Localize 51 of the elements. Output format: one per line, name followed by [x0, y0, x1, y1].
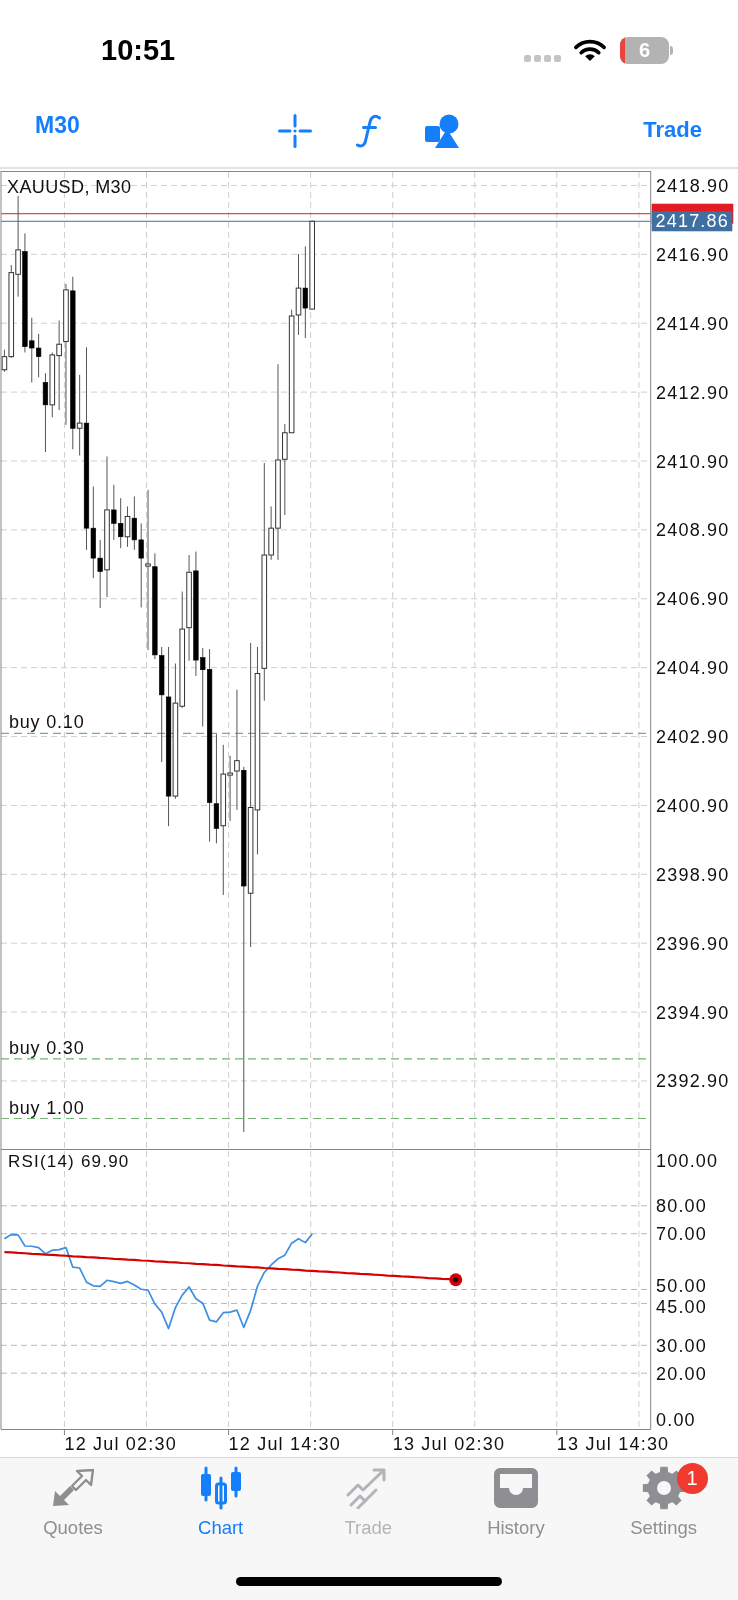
rsi-scale-label: 70.00 — [656, 1224, 708, 1245]
time-label: 12 Jul 14:30 — [228, 1433, 342, 1454]
price-label: 2414.90 — [656, 313, 730, 334]
battery-indicator: 6 — [620, 36, 673, 64]
time-label: 13 Jul 02:30 — [392, 1433, 506, 1454]
indicator-title: RSI(14) 69.90 — [8, 1152, 130, 1171]
tab-bar-item[interactable]: Quotes — [8, 1458, 138, 1538]
price-label: 2400.90 — [656, 795, 730, 816]
chart-symbol-title: XAUUSD, M30 — [7, 176, 132, 197]
tab-bar-item[interactable]: Chart — [155, 1458, 286, 1538]
rsi-scale-label: 80.00 — [656, 1196, 708, 1217]
price-label: 2402.90 — [656, 727, 730, 748]
rsi-scale-label: 20.00 — [656, 1363, 708, 1384]
timeframe-button[interactable]: M30 — [35, 112, 80, 139]
crosshair-icon[interactable] — [278, 113, 312, 148]
price-label: 2412.90 — [656, 382, 730, 403]
endpoint-marker-icon — [449, 1273, 463, 1287]
shapes-icon[interactable] — [425, 113, 459, 148]
time-label: 12 Jul 02:30 — [64, 1433, 177, 1454]
price-label: 2392.90 — [656, 1071, 730, 1092]
price-label: 2408.90 — [656, 520, 730, 541]
function-icon[interactable] — [356, 113, 381, 148]
price-label: 2406.90 — [656, 589, 730, 610]
status-time: 10:51 — [101, 35, 176, 65]
price-label: 2396.90 — [656, 933, 730, 954]
tab-bar-item[interactable]: Settings 1 — [598, 1458, 729, 1538]
inbox-tray-icon — [493, 1468, 538, 1508]
settings-icon — [641, 1466, 686, 1510]
cellular-signal-icon — [524, 54, 561, 62]
order-label: buy 0.30 — [9, 1037, 85, 1058]
rsi-scale-label: 30.00 — [656, 1335, 708, 1356]
price-tag: 2417.86 — [651, 211, 733, 232]
price-label: 2394.90 — [656, 1002, 730, 1023]
rsi-scale-label: 0.00 — [656, 1409, 696, 1430]
order-label: buy 1.00 — [9, 1097, 85, 1118]
stock-chart-icon — [198, 1466, 243, 1510]
rsi-scale-label: 45.00 — [656, 1297, 708, 1318]
double-arrow-icon — [52, 1469, 94, 1507]
price-label: 2416.90 — [656, 244, 730, 265]
time-label: 13 Jul 14:30 — [556, 1433, 670, 1454]
trade-button[interactable]: Trade — [643, 118, 702, 143]
rsi-scale-label: 50.00 — [656, 1276, 708, 1297]
rsi-scale-label: 100.00 — [656, 1150, 719, 1171]
price-label: 2410.90 — [656, 451, 730, 472]
price-label: 2404.90 — [656, 658, 730, 679]
tab-bar-item[interactable]: History — [450, 1458, 581, 1538]
order-label: buy 0.10 — [9, 712, 85, 733]
price-label: 2418.90 — [656, 175, 730, 196]
wifi-icon — [573, 38, 607, 62]
notification-badge: 1 — [676, 1463, 708, 1494]
price-label: 2398.90 — [656, 864, 730, 885]
